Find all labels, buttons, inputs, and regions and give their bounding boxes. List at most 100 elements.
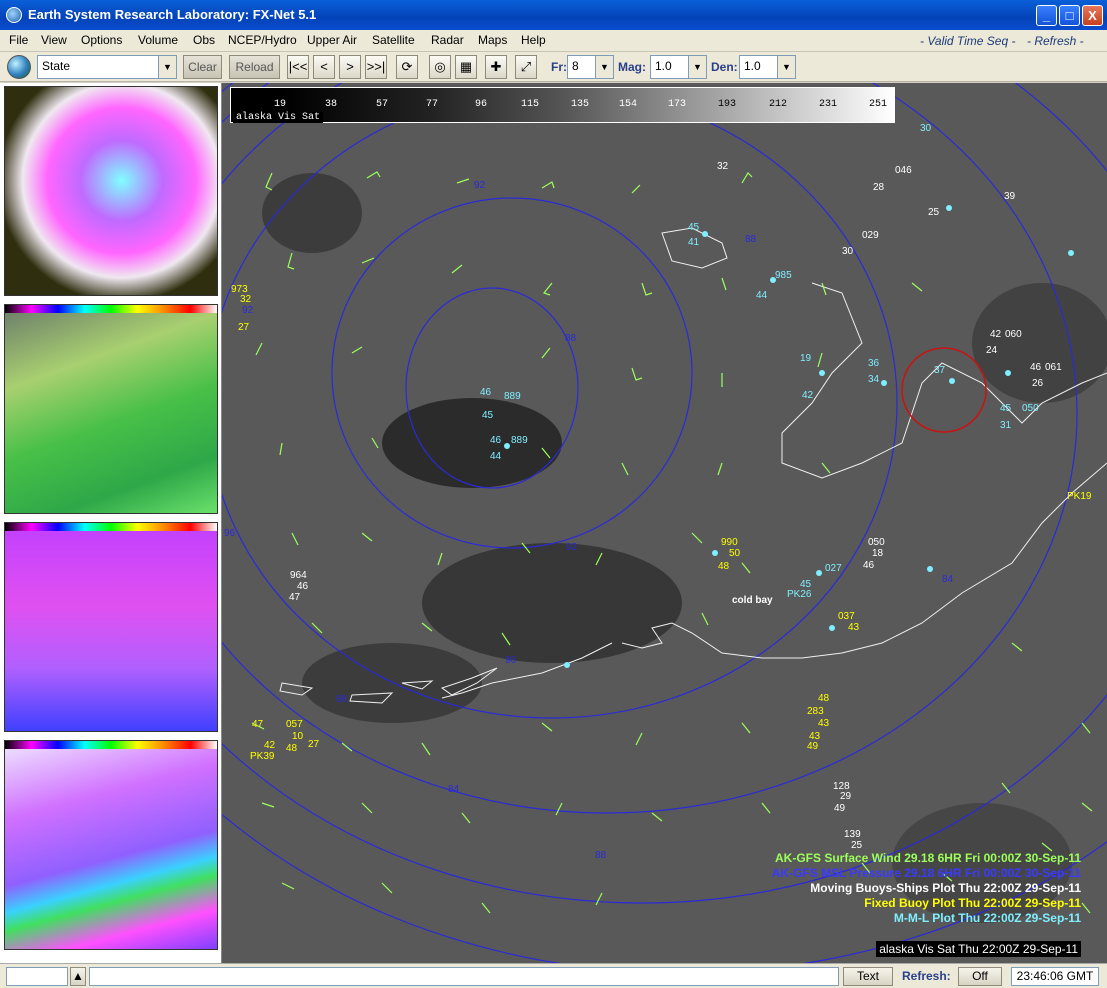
refresh-status-label: Refresh: [902, 969, 951, 983]
buoy-value: 037 [838, 611, 855, 622]
buoy-value: 27 [308, 739, 320, 750]
menu-radar[interactable]: Radar [431, 33, 464, 47]
buoy-value: 057 [286, 719, 303, 730]
thumbnail-wind-speed[interactable] [4, 740, 218, 950]
map-labels: cold bay 92 88 92 96 88 84 88 92 96 84 8… [222, 83, 1107, 963]
valid-time-seq-link[interactable]: - Valid Time Seq - [920, 34, 1015, 48]
menu-file[interactable]: File [9, 33, 28, 47]
station-value: 44 [756, 290, 768, 301]
minimize-button[interactable]: _ [1036, 5, 1057, 26]
station-value: 27 [238, 322, 250, 333]
buoy-value: PK19 [1067, 491, 1092, 502]
menu-ncep-hydro[interactable]: NCEP/Hydro [228, 33, 297, 47]
chevron-down-icon[interactable]: ▼ [595, 56, 613, 78]
frame-select-value: 8 [572, 59, 579, 73]
menu-maps[interactable]: Maps [478, 33, 507, 47]
station-value: 47 [289, 592, 301, 603]
station-value: 25 [928, 207, 940, 218]
thumbnail-colorbar [5, 305, 217, 313]
refresh-toggle[interactable]: Off [958, 967, 1002, 986]
thumbnail-humidity[interactable] [4, 522, 218, 732]
station-value: 18 [872, 548, 884, 559]
rock-loop-icon[interactable]: ◎ [429, 55, 451, 79]
buoy-value: 283 [807, 706, 824, 717]
legend-fixed-buoy: Fixed Buoy Plot Thu 22:00Z 29-Sep-11 [864, 896, 1081, 910]
color-table-icon[interactable]: ▦ [455, 55, 477, 79]
station-value: 34 [868, 374, 880, 385]
chevron-down-icon[interactable]: ▼ [158, 56, 176, 78]
loop-icon[interactable]: ⟳ [396, 55, 418, 79]
region-select[interactable]: State ▼ [37, 55, 177, 79]
station-value: 30 [842, 246, 854, 257]
chevron-down-icon[interactable]: ▼ [688, 56, 706, 78]
station-value: 41 [688, 237, 700, 248]
station-value: 45 [482, 410, 494, 421]
globe-icon[interactable] [7, 55, 31, 79]
menu-options[interactable]: Options [81, 33, 122, 47]
station-value: 050 [868, 537, 885, 548]
buoy-value: 48 [286, 743, 298, 754]
thumbnail-surface-temp[interactable] [4, 304, 218, 514]
menu-obs[interactable]: Obs [193, 33, 215, 47]
menu-upper-air[interactable]: Upper Air [307, 33, 357, 47]
station-value: 46 [863, 560, 875, 571]
menu-view[interactable]: View [41, 33, 67, 47]
last-frame-icon[interactable]: >>| [365, 55, 387, 79]
fxnet-app-icon [6, 7, 22, 23]
den-select-value: 1.0 [744, 59, 761, 73]
station-value: 889 [504, 391, 521, 402]
station-value: 061 [1045, 362, 1062, 373]
chevron-down-icon[interactable]: ▼ [777, 56, 795, 78]
place-label: cold bay [732, 595, 773, 606]
text-button[interactable]: Text [843, 967, 893, 986]
isobar-label: 92 [474, 180, 486, 191]
close-button[interactable]: X [1082, 5, 1103, 26]
station-value: 25 [851, 840, 863, 851]
mag-select[interactable]: 1.0 ▼ [650, 55, 707, 79]
buoy-value: PK26 [787, 589, 812, 600]
legend-moving-buoys: Moving Buoys-Ships Plot Thu 22:00Z 29-Se… [810, 881, 1081, 895]
station-value: 42 [990, 329, 1002, 340]
frame-select[interactable]: 8 ▼ [567, 55, 614, 79]
den-select[interactable]: 1.0 ▼ [739, 55, 796, 79]
next-frame-icon[interactable]: > [339, 55, 361, 79]
legend-msl-pressure: AK-GFS MSL Pressure 29.18 6HR Fri 00:00Z… [771, 866, 1081, 880]
clear-button[interactable]: Clear [183, 55, 222, 79]
title-bar: Earth System Research Laboratory: FX-Net… [0, 0, 1107, 30]
prev-frame-icon[interactable]: < [313, 55, 335, 79]
menu-satellite[interactable]: Satellite [372, 33, 415, 47]
buoy-value: 48 [818, 693, 830, 704]
first-frame-icon[interactable]: |<< [287, 55, 309, 79]
station-value: 060 [1005, 329, 1022, 340]
refresh-link[interactable]: - Refresh - [1027, 34, 1084, 48]
station-value: 29 [840, 791, 852, 802]
station-value: 36 [868, 358, 880, 369]
reload-button[interactable]: Reload [229, 55, 280, 79]
station-value: 139 [844, 829, 861, 840]
maximize-button[interactable]: □ [1059, 5, 1080, 26]
station-value: 31 [1000, 420, 1012, 431]
buoy-value: 49 [807, 741, 819, 752]
quadrant-icon[interactable]: ✚ [485, 55, 507, 79]
satellite-map[interactable]: 19 38 57 77 96 115 135 154 173 193 212 2… [222, 83, 1107, 963]
buoy-value: 990 [721, 537, 738, 548]
station-value: 28 [873, 182, 885, 193]
buoy-value: 47 [252, 719, 264, 730]
frame-label: Fr: [551, 60, 567, 74]
station-value: 49 [834, 803, 846, 814]
mag-select-value: 1.0 [655, 59, 672, 73]
zoom-arrow-icon[interactable]: ⤢ [515, 55, 537, 79]
menu-help[interactable]: Help [521, 33, 546, 47]
thumbnail-colorbar [5, 741, 217, 749]
buoy-value: 10 [292, 731, 304, 742]
isobar-label: 88 [336, 694, 348, 705]
status-input[interactable] [6, 967, 68, 986]
isobar-label: 92 [566, 542, 578, 553]
chevron-up-icon[interactable]: ▲ [70, 967, 86, 986]
thumbnail-colorbar [5, 523, 217, 531]
thumbnail-panel [0, 83, 222, 963]
thumbnail-precip[interactable] [4, 86, 218, 296]
menu-volume[interactable]: Volume [138, 33, 178, 47]
station-value: 24 [986, 345, 998, 356]
isobar-label: 96 [505, 655, 517, 666]
